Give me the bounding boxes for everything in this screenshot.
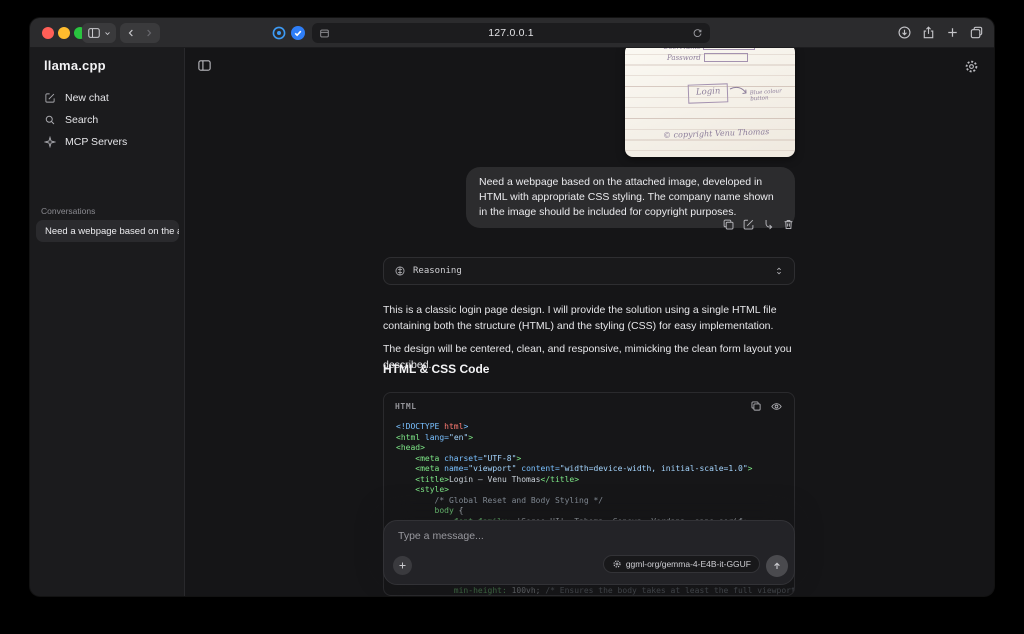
sidebar: llama.cpp New chat Search bbox=[30, 48, 185, 596]
code-block-header: HTML bbox=[384, 393, 794, 417]
downloads-icon[interactable] bbox=[897, 25, 912, 40]
message-input[interactable] bbox=[398, 530, 778, 542]
sketch-username-box bbox=[703, 48, 755, 50]
llama-cpp-app: llama.cpp New chat Search bbox=[30, 48, 994, 596]
extension-target-icon[interactable] bbox=[271, 25, 287, 41]
panel-collapse-icon[interactable] bbox=[197, 58, 212, 73]
expand-icon bbox=[774, 265, 784, 277]
sketch-password-box bbox=[704, 53, 748, 62]
code-language-label: HTML bbox=[395, 402, 417, 411]
sidebar-item-mcp-servers[interactable]: MCP Servers bbox=[30, 131, 184, 153]
reasoning-label: Reasoning bbox=[413, 266, 462, 276]
brain-icon bbox=[394, 265, 406, 277]
tab-overview-icon[interactable] bbox=[969, 25, 984, 40]
new-tab-icon[interactable] bbox=[945, 25, 960, 40]
conversation-item[interactable]: Need a webpage based on the at... bbox=[36, 220, 179, 242]
new-chat-icon bbox=[44, 92, 56, 104]
extension-check-icon[interactable] bbox=[290, 25, 306, 41]
model-name: ggml-org/gemma-4-E4B-it-GGUF bbox=[626, 559, 751, 569]
copy-code-icon[interactable] bbox=[750, 400, 762, 413]
attached-image[interactable]: UserName Password Login Blue colour butt… bbox=[625, 48, 795, 157]
sidebar-item-new-chat[interactable]: New chat bbox=[30, 87, 184, 109]
browser-sidebar-button[interactable] bbox=[82, 23, 116, 43]
address-bar[interactable]: 127.0.0.1 bbox=[312, 23, 710, 43]
back-icon[interactable] bbox=[125, 27, 137, 39]
chevron-down-icon bbox=[103, 29, 112, 38]
conversations-section-label: Conversations bbox=[41, 206, 95, 216]
sketch-password-label: Password bbox=[667, 54, 701, 62]
assistant-paragraph: This is a classic login page design. I w… bbox=[383, 302, 795, 334]
app-title: llama.cpp bbox=[30, 48, 184, 73]
message-composer: ggml-org/gemma-4-E4B-it-GGUF bbox=[383, 520, 795, 585]
forward-icon[interactable] bbox=[143, 27, 155, 39]
reload-icon[interactable] bbox=[692, 28, 703, 39]
close-window-button[interactable] bbox=[42, 27, 54, 39]
code-tools bbox=[750, 400, 783, 413]
sidebar-nav: New chat Search MCP Servers bbox=[30, 87, 184, 153]
reasoning-collapsible[interactable]: Reasoning bbox=[383, 257, 795, 285]
sidebar-item-search[interactable]: Search bbox=[30, 109, 184, 131]
chat-area: UserName Password Login Blue colour butt… bbox=[185, 48, 994, 596]
branch-icon[interactable] bbox=[762, 218, 775, 231]
minimize-window-button[interactable] bbox=[58, 27, 70, 39]
preview-eye-icon[interactable] bbox=[770, 400, 783, 413]
traffic-lights bbox=[42, 27, 86, 39]
copy-icon[interactable] bbox=[722, 218, 735, 231]
desktop: 127.0.0.1 bbox=[0, 0, 1024, 634]
send-button[interactable] bbox=[766, 555, 788, 577]
browser-window: 127.0.0.1 bbox=[30, 18, 994, 596]
sidebar-item-label: MCP Servers bbox=[65, 136, 127, 148]
mcp-icon bbox=[44, 136, 56, 148]
model-selector[interactable]: ggml-org/gemma-4-E4B-it-GGUF bbox=[603, 555, 760, 573]
section-heading: HTML & CSS Code bbox=[383, 362, 489, 376]
edit-icon[interactable] bbox=[742, 218, 755, 231]
search-icon bbox=[44, 114, 56, 126]
model-icon bbox=[612, 559, 622, 569]
browser-toolbar: 127.0.0.1 bbox=[30, 18, 994, 48]
share-icon[interactable] bbox=[921, 25, 936, 40]
sketch-login-label: Login bbox=[696, 86, 721, 97]
settings-gear-icon[interactable] bbox=[964, 59, 979, 74]
message-actions bbox=[722, 218, 795, 231]
nav-buttons bbox=[120, 23, 160, 43]
sketch-arrow bbox=[729, 85, 749, 99]
sidebar-item-label: Search bbox=[65, 114, 98, 126]
delete-icon[interactable] bbox=[782, 218, 795, 231]
sidebar-item-label: New chat bbox=[65, 92, 109, 104]
sketch-username-label: UserName bbox=[663, 48, 701, 51]
attach-plus-button[interactable] bbox=[393, 556, 412, 575]
toolbar-right bbox=[897, 25, 984, 40]
sidebar-toggle-icon bbox=[87, 26, 101, 40]
url-text: 127.0.0.1 bbox=[330, 27, 692, 39]
page-icon bbox=[319, 28, 330, 39]
